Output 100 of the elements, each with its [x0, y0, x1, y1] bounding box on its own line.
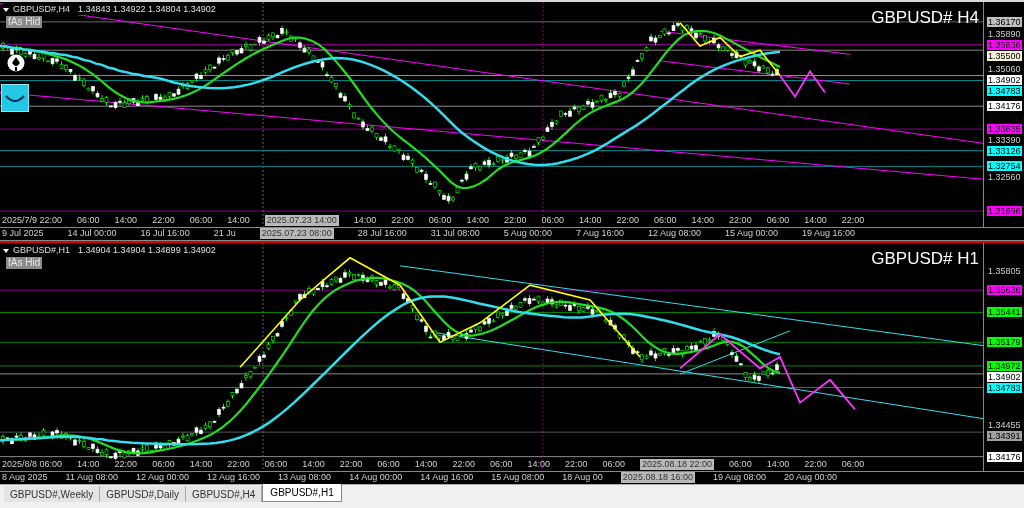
- time-axis-label: 2025/7/9 22:00: [2, 215, 63, 226]
- time-axis-label: 2025.07.23 08:00: [259, 228, 334, 239]
- time-axis-label: 12 Aug 00:00: [135, 472, 189, 483]
- time-axis-label: 14:00: [114, 215, 138, 226]
- time-axis-label: 14 Aug 16:00: [420, 472, 474, 483]
- price-marker-label: 1.34902: [987, 371, 1022, 382]
- time-axis-label: 22:00: [152, 215, 175, 226]
- time-axis-label: 16 Jul 16:00: [140, 228, 190, 239]
- price-marker-label: 1.34972: [987, 360, 1022, 371]
- time-axis-label: 12 Aug 08:00: [647, 228, 701, 239]
- time-axis-label: 06:00: [654, 215, 677, 226]
- time-axis-label: 22:00: [452, 459, 475, 470]
- price-marker-label: 1.34176: [987, 451, 1022, 462]
- price-tick-label: 1.33390: [988, 135, 1021, 146]
- price-tick-label: 1.32560: [988, 172, 1021, 183]
- price-marker-label: 1.35636: [987, 285, 1022, 296]
- price-marker-label: 1.35441: [987, 307, 1022, 318]
- time-axis-label: 13 Aug 08:00: [278, 472, 332, 483]
- time-axis-label: 14:00: [227, 215, 250, 226]
- time-axis-label: 14:00: [353, 215, 377, 226]
- time-axis-label: 22:00: [227, 459, 250, 470]
- time-axis-label: 20 Aug 00:00: [784, 472, 838, 483]
- time-axis-label: 22:00: [503, 215, 527, 226]
- time-axis-label: 2025/8/8 06:00: [2, 459, 63, 470]
- time-axis-label: 15 Aug 08:00: [491, 472, 545, 483]
- time-axis-label: 28 Jul 16:00: [357, 228, 407, 239]
- time-axis-label: 06:00: [189, 215, 213, 226]
- time-axis-label: 14:00: [579, 215, 602, 226]
- time-axis-label: 22:00: [804, 459, 827, 470]
- time-axis-label: 06:00: [264, 459, 288, 470]
- time-axis-label: 06:00: [489, 459, 513, 470]
- price-tick-label: 1.35805: [988, 265, 1021, 276]
- chart-tab[interactable]: GBPUSD#,H4: [186, 486, 263, 502]
- time-axis-label: 22:00: [564, 459, 588, 470]
- time-axis-label: 14 Aug 00:00: [349, 472, 403, 483]
- time-axis-label: 14:00: [527, 459, 550, 470]
- price-marker-label: 1.35636: [987, 39, 1022, 50]
- time-axis-label: 06:00: [729, 459, 752, 470]
- time-axis-label: 14:00: [691, 215, 715, 226]
- time-axis-label: 22:00: [114, 459, 138, 470]
- time-axis-label: 2025.08.18 16:00: [620, 472, 695, 483]
- time-axis-label: 19 Aug 16:00: [802, 228, 856, 239]
- time-axis-label: 2025.07.23 14:00: [264, 215, 339, 226]
- price-marker-label: 1.33126: [987, 146, 1022, 157]
- time-axis-label: 14:00: [77, 459, 100, 470]
- price-marker-label: 1.36170: [987, 16, 1022, 27]
- collapse-triangle-icon[interactable]: [3, 7, 9, 12]
- price-marker-label: 1.31696: [987, 206, 1022, 217]
- time-axis-label: 06:00: [152, 459, 175, 470]
- price-marker-label: 1.34176: [987, 101, 1022, 112]
- price-marker-label: 1.33635: [987, 124, 1022, 135]
- time-axis-label: 31 Jul 08:00: [430, 228, 480, 239]
- price-marker-label: 1.34783: [987, 382, 1022, 393]
- time-axis-label: 15 Aug 00:00: [725, 228, 779, 239]
- time-axis-label: 9 Jul 2025: [2, 228, 44, 239]
- price-marker-label: 1.35500: [987, 50, 1022, 61]
- time-axis-label: 7 Aug 16:00: [575, 228, 624, 239]
- time-axis-label: 06:00: [541, 215, 564, 226]
- pen-nib-icon[interactable]: [7, 54, 25, 74]
- time-axis-label: 18 Aug 00: [562, 472, 603, 483]
- chart-title: GBPUSD# H1: [871, 249, 979, 269]
- chart-tab[interactable]: GBPUSD#,H1: [262, 484, 342, 502]
- chart-tab[interactable]: GBPUSD#,Weekly: [4, 486, 101, 502]
- time-axis-label: 12 Aug 16:00: [207, 472, 261, 483]
- time-axis-label: 22:00: [729, 215, 752, 226]
- price-marker-label: 1.34902: [987, 74, 1022, 85]
- time-axis-label: 22:00: [616, 215, 640, 226]
- curve-tool-icon[interactable]: [1, 84, 29, 112]
- time-axis-label: 21 Ju: [213, 228, 236, 239]
- time-axis-label: 14:00: [766, 459, 790, 470]
- time-axis-label: 19 Aug 08:00: [712, 472, 766, 483]
- price-marker-label: 1.34783: [987, 85, 1022, 96]
- time-axis-label: 2025.08.18 22:00: [640, 459, 715, 470]
- time-axis-label: 06:00: [841, 459, 865, 470]
- time-axis-label: 06:00: [602, 459, 626, 470]
- price-marker-label: 1.35179: [987, 337, 1022, 348]
- price-tick-label: 1.35890: [988, 28, 1021, 39]
- time-axis-label: 06:00: [428, 215, 452, 226]
- chart-symbol-period: GBPUSD#,H1: [13, 245, 71, 256]
- time-axis-label: 22:00: [339, 459, 363, 470]
- chart-title: GBPUSD# H4: [871, 8, 979, 28]
- time-axis-label: 14:00: [466, 215, 489, 226]
- time-axis-label: 22:00: [391, 215, 414, 226]
- time-axis-label: 14:00: [804, 215, 827, 226]
- chart-tab[interactable]: GBPUSD#,Daily: [100, 486, 186, 502]
- time-axis-label: 06:00: [77, 215, 100, 226]
- time-axis-label: 06:00: [377, 459, 400, 470]
- price-tick-label: 1.35060: [988, 63, 1021, 74]
- time-axis-label: 14 Jul 00:00: [67, 228, 117, 239]
- ohlc-values: 1.34843 1.34922 1.34804 1.34902: [78, 4, 216, 15]
- ohlc-values: 1.34904 1.34904 1.34899 1.34902: [78, 245, 216, 256]
- time-axis-label: 14:00: [302, 459, 325, 470]
- time-axis-label: 8 Aug 2025: [2, 472, 48, 483]
- collapse-triangle-icon[interactable]: [3, 248, 9, 253]
- price-tick-label: 1.34455: [988, 419, 1021, 430]
- time-axis-label: 14:00: [189, 459, 213, 470]
- price-marker-label: 1.34391: [987, 430, 1022, 441]
- time-axis-label: 11 Aug 08:00: [65, 472, 118, 483]
- time-axis-label: 14:00: [414, 459, 438, 470]
- time-axis-label: 22:00: [841, 215, 865, 226]
